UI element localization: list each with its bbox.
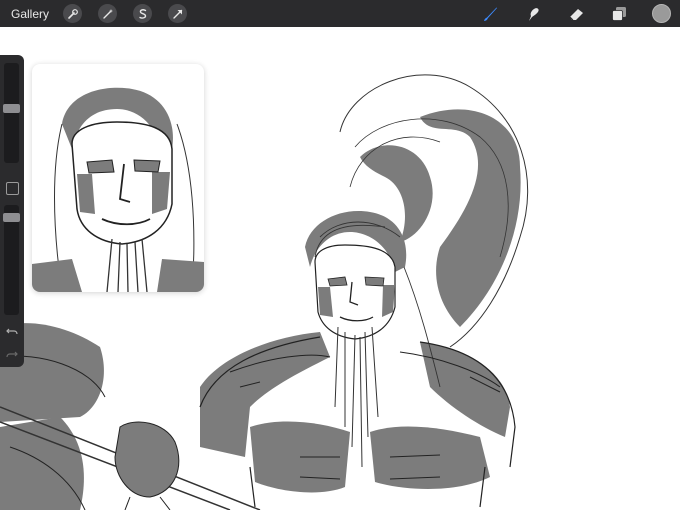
- main-sketch-figure: [199, 74, 529, 508]
- brush-tool-button[interactable]: [480, 4, 500, 24]
- smudge-tool-button[interactable]: [523, 4, 543, 24]
- layers-icon: [612, 6, 626, 21]
- gallery-button[interactable]: Gallery: [11, 7, 49, 21]
- transform-button[interactable]: [168, 4, 188, 23]
- layers-button[interactable]: [609, 4, 629, 24]
- transform-arrow-icon: [172, 9, 182, 19]
- selection-button[interactable]: [133, 4, 153, 23]
- brush-icon: [484, 7, 497, 21]
- actions-wrench-button[interactable]: [63, 4, 83, 23]
- brush-size-thumb[interactable]: [3, 103, 20, 113]
- ref-beard: [106, 238, 148, 292]
- chest-fill-right: [370, 426, 490, 489]
- wrench-icon: [67, 8, 78, 19]
- smudge-icon: [529, 7, 539, 21]
- modify-button[interactable]: [6, 182, 19, 195]
- magic-wand-icon: [102, 8, 113, 19]
- selection-s-icon: [138, 8, 146, 19]
- left-fist: [114, 421, 180, 498]
- torso-fill-right: [420, 342, 510, 437]
- reference-window[interactable]: [32, 64, 204, 292]
- opacity-slider[interactable]: [3, 205, 20, 315]
- left-lower-fill: [0, 417, 84, 510]
- reference-image: [32, 87, 204, 292]
- eraser-icon: [569, 8, 583, 20]
- undo-icon[interactable]: [5, 324, 19, 338]
- right-tool-group: [480, 0, 680, 27]
- redo-icon[interactable]: [5, 347, 19, 361]
- hair-swirl-fill: [420, 109, 521, 327]
- adjustments-button[interactable]: [98, 4, 118, 23]
- eraser-tool-button[interactable]: [566, 4, 586, 24]
- opacity-thumb[interactable]: [3, 213, 20, 223]
- brush-size-slider[interactable]: [3, 63, 20, 163]
- top-toolbar: Gallery: [0, 0, 680, 27]
- color-picker-button[interactable]: [652, 4, 671, 23]
- left-sidebar: [0, 55, 24, 367]
